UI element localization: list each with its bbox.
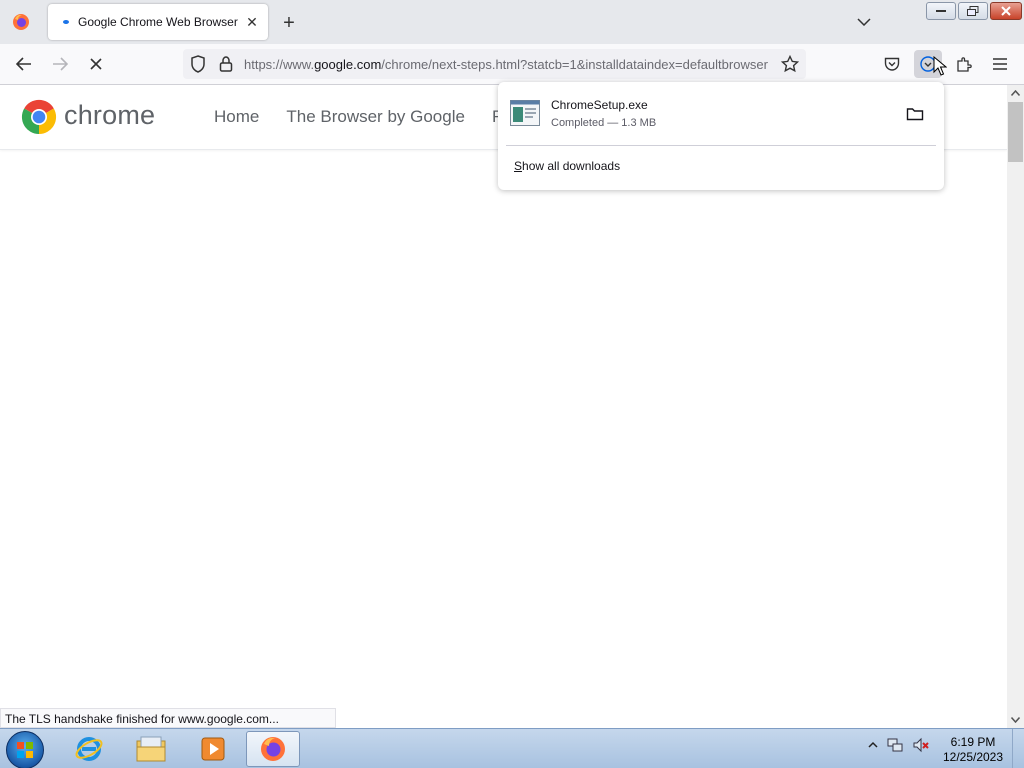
- forward-arrow-icon: [53, 57, 68, 71]
- url-bar[interactable]: https://www.google.com/chrome/next-steps…: [183, 49, 806, 79]
- site-nav: Home The Browser by Google Fe: [214, 107, 539, 127]
- site-nav-browser-by-google[interactable]: The Browser by Google: [286, 107, 465, 127]
- list-all-tabs-button[interactable]: [853, 12, 875, 32]
- windows-taskbar: 6:19 PM 12/25/2023: [0, 728, 1024, 768]
- new-tab-button[interactable]: +: [278, 12, 300, 34]
- url-path: /chrome/next-steps.html?statcb=1&install…: [381, 57, 768, 72]
- bookmark-star-icon[interactable]: [778, 52, 802, 76]
- tab-strip: Google Chrome Web Browser ✕ +: [0, 0, 1024, 44]
- close-icon: [1001, 6, 1011, 16]
- system-tray: [868, 737, 930, 753]
- back-arrow-icon: [16, 57, 31, 71]
- back-button[interactable]: [12, 52, 36, 76]
- lock-icon[interactable]: [214, 52, 238, 76]
- chevron-down-icon: [857, 18, 871, 26]
- stop-loading-button[interactable]: [84, 52, 108, 76]
- windows-logo-icon: [17, 742, 33, 758]
- downloads-panel: ChromeSetup.exe Completed — 1.3 MB Show …: [498, 82, 944, 190]
- tab-title: Google Chrome Web Browser: [78, 15, 238, 29]
- tracking-protection-shield-icon[interactable]: [186, 52, 210, 76]
- minimize-button[interactable]: [926, 2, 956, 20]
- download-file-name: ChromeSetup.exe: [551, 98, 648, 112]
- show-all-access-key: S: [514, 159, 523, 173]
- pocket-button[interactable]: [880, 52, 904, 76]
- mouse-cursor-icon: [933, 56, 947, 76]
- page-scrollbar[interactable]: [1007, 85, 1024, 728]
- extensions-button[interactable]: [952, 52, 976, 76]
- url-text[interactable]: https://www.google.com/chrome/next-steps…: [244, 57, 774, 72]
- restore-button[interactable]: [958, 2, 988, 20]
- close-window-button[interactable]: [990, 2, 1022, 20]
- tab-active[interactable]: Google Chrome Web Browser ✕: [48, 4, 268, 40]
- folder-library-icon: [136, 736, 166, 762]
- scroll-down-arrow-icon: [1011, 717, 1020, 723]
- pocket-icon: [884, 57, 900, 71]
- hamburger-menu-icon: [993, 58, 1007, 70]
- scroll-thumb[interactable]: [1008, 102, 1023, 162]
- window-controls: [926, 2, 1022, 20]
- forward-button[interactable]: [48, 52, 72, 76]
- show-hidden-icons-arrow-icon[interactable]: [868, 741, 878, 749]
- firefox-logo-icon: [13, 14, 29, 30]
- system-clock[interactable]: 6:19 PM 12/25/2023: [938, 735, 1008, 765]
- loading-dot-icon: [58, 14, 74, 30]
- firefox-view-button[interactable]: [0, 0, 42, 44]
- volume-muted-icon[interactable]: [912, 737, 930, 753]
- stop-icon: [90, 58, 102, 70]
- restore-icon: [967, 6, 979, 16]
- show-desktop-button[interactable]: [1012, 729, 1024, 768]
- firefox-icon: [261, 737, 285, 761]
- start-button[interactable]: [6, 731, 44, 768]
- clock-time: 6:19 PM: [950, 735, 996, 749]
- navigation-toolbar: https://www.google.com/chrome/next-steps…: [0, 44, 1024, 85]
- taskbar-firefox[interactable]: [246, 731, 300, 767]
- divider: [506, 145, 936, 146]
- puzzle-icon: [957, 57, 972, 72]
- status-panel: The TLS handshake finished for www.googl…: [0, 708, 336, 728]
- network-icon[interactable]: [886, 737, 904, 753]
- show-all-label: how all downloads: [522, 159, 621, 173]
- show-all-downloads-button[interactable]: Show all downloads: [514, 159, 620, 173]
- download-item[interactable]: ChromeSetup.exe Completed — 1.3 MB: [498, 88, 944, 140]
- url-host: google.com: [314, 57, 382, 72]
- taskbar-file-explorer[interactable]: [124, 731, 178, 767]
- chrome-logo-icon[interactable]: [20, 98, 58, 136]
- scroll-up-arrow-icon: [1011, 90, 1020, 96]
- scroll-up-button[interactable]: [1007, 85, 1024, 101]
- site-nav-home[interactable]: Home: [214, 107, 259, 127]
- app-menu-button[interactable]: [988, 52, 1012, 76]
- folder-icon[interactable]: [906, 106, 924, 122]
- media-player-icon: [201, 737, 225, 761]
- clock-date: 12/25/2023: [942, 750, 1004, 764]
- chrome-wordmark[interactable]: chrome: [64, 100, 155, 131]
- taskbar-media-player[interactable]: [186, 731, 240, 767]
- screen: Google Chrome Web Browser ✕ + https://ww…: [0, 0, 1024, 768]
- url-prefix: https://www.: [244, 57, 315, 72]
- exe-file-icon: [510, 100, 540, 126]
- minimize-icon: [936, 10, 946, 12]
- scroll-down-button[interactable]: [1007, 712, 1024, 728]
- close-tab-icon[interactable]: ✕: [244, 14, 260, 30]
- taskbar-internet-explorer[interactable]: [62, 731, 116, 767]
- internet-explorer-icon: [75, 737, 103, 761]
- download-status: Completed — 1.3 MB: [551, 117, 657, 129]
